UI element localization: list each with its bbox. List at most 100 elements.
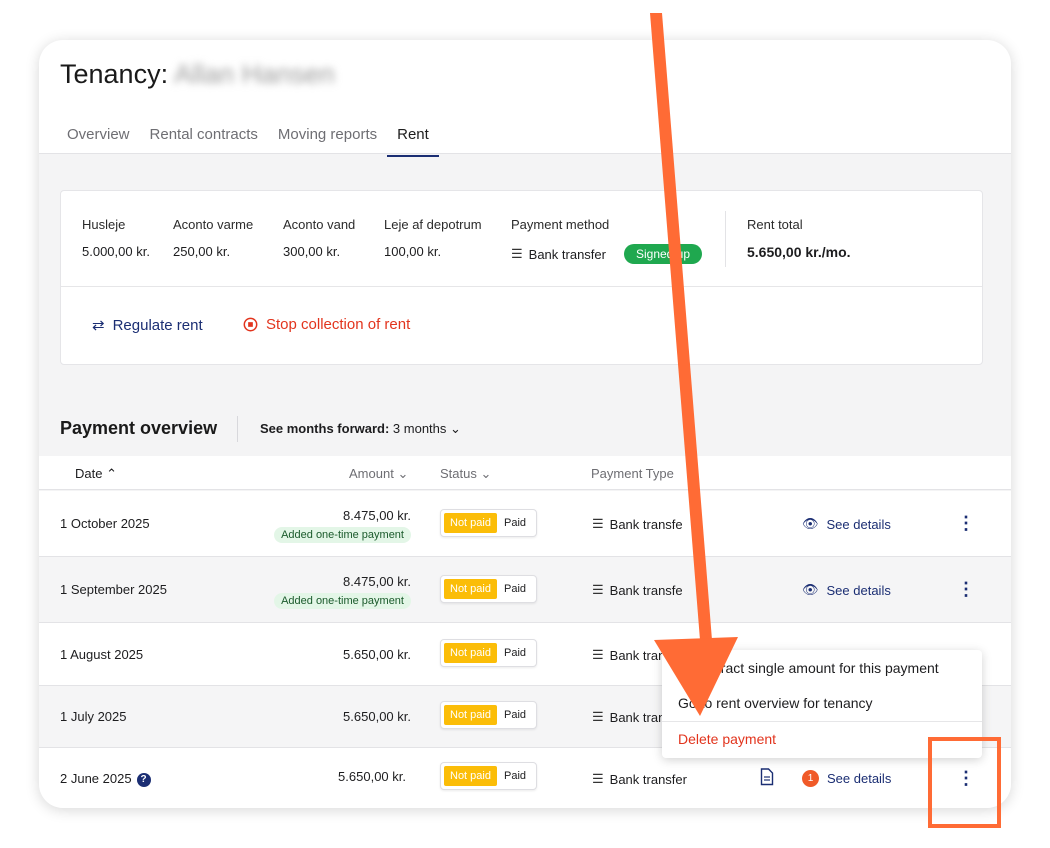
tab-overview[interactable]: Overview: [57, 120, 140, 157]
row-payment-type: ☰ Bank transfer: [592, 771, 687, 787]
row-payment-type-text: Bank transfer: [609, 582, 682, 598]
one-time-payment-badge: Added one-time payment: [274, 527, 411, 543]
chevron-down-icon: ⌄: [397, 466, 409, 481]
summary-label: Aconto varme: [173, 217, 254, 232]
page-title: Tenancy: Allan Hansen: [60, 59, 335, 90]
payment-table-header: Date ⌃ Amount ⌄ Status ⌄ Payment Type: [39, 456, 1011, 490]
menu-divider: [662, 721, 982, 722]
row-more-menu-button[interactable]: ⋮: [957, 579, 975, 599]
row-amount: 8.475,00 kr. Added one-time payment: [274, 508, 411, 543]
menu-item-go-to-rent-overview[interactable]: Go to rent overview for tenancy: [678, 695, 873, 711]
list-icon: ☰: [592, 582, 604, 597]
paid-option[interactable]: Paid: [497, 705, 533, 725]
tab-rental-contracts[interactable]: Rental contracts: [140, 120, 268, 157]
summary-item-aconto-varme: Aconto varme 250,00 kr.: [173, 217, 253, 259]
row-date: 1 August 2025: [60, 647, 144, 662]
paid-option[interactable]: Paid: [497, 579, 533, 599]
not-paid-option[interactable]: Not paid: [444, 643, 497, 663]
row-payment-type: ☰ Bank transfer: [592, 516, 682, 532]
table-row: 1 October 2025 8.475,00 kr. Added one-ti…: [39, 491, 1011, 557]
column-date[interactable]: Date ⌃: [75, 466, 117, 482]
not-paid-option[interactable]: Not paid: [444, 766, 497, 786]
row-amount-value: 8.475,00 kr.: [343, 508, 411, 523]
summary-divider: [725, 211, 726, 267]
see-details-label: See details: [827, 771, 892, 786]
status-toggle: Not paid Paid: [440, 575, 538, 603]
menu-item-delete-payment[interactable]: Delete payment: [678, 731, 776, 747]
regulate-rent-button[interactable]: ⇄ Regulate rent: [92, 316, 203, 335]
notification-count-badge: 1: [802, 770, 819, 787]
not-paid-option[interactable]: Not paid: [444, 579, 497, 599]
summary-label: Rent total: [747, 217, 803, 232]
stop-circle-icon: [243, 317, 258, 332]
question-mark-icon[interactable]: ?: [136, 772, 151, 787]
summary-value: 100,00 kr.: [384, 244, 442, 259]
one-time-payment-badge: Added one-time payment: [274, 593, 411, 609]
chevron-down-icon: ⌄: [450, 421, 461, 436]
column-status[interactable]: Status ⌄: [440, 466, 491, 482]
column-payment-type[interactable]: Payment Type: [591, 466, 674, 481]
list-icon: ☰: [592, 516, 604, 531]
column-amount[interactable]: Amount ⌄: [349, 466, 408, 482]
paid-option[interactable]: Paid: [497, 766, 533, 786]
not-paid-option[interactable]: Not paid: [444, 513, 497, 533]
row-amount-value: 5.650,00 kr.: [338, 769, 406, 784]
tab-rent[interactable]: Rent: [387, 120, 439, 157]
row-amount: 5.650,00 kr.: [338, 769, 406, 784]
tab-moving-reports[interactable]: Moving reports: [268, 120, 387, 157]
chevron-up-icon: ⌃: [106, 466, 117, 481]
months-forward-dropdown[interactable]: See months forward: 3 months ⌄: [260, 421, 461, 437]
months-forward-label: See months forward:: [260, 421, 390, 436]
see-details-link[interactable]: 1 See details: [802, 770, 891, 787]
summary-item-husleje: Husleje 5.000,00 kr.: [82, 217, 150, 259]
paid-option[interactable]: Paid: [497, 643, 533, 663]
rent-summary: Husleje 5.000,00 kr. Aconto varme 250,00…: [60, 190, 983, 365]
see-details-link[interactable]: 👁 See details: [802, 516, 891, 532]
summary-item-depotrum: Leje af depotrum 100,00 kr.: [384, 217, 482, 259]
payment-method-value: ☰ Bank transfer Signed up: [511, 244, 703, 264]
summary-item-aconto-vand: Aconto vand 300,00 kr.: [283, 217, 355, 259]
column-payment-type-label: Payment Type: [591, 466, 674, 481]
menu-item-subtract-amount[interactable]: Subtract single amount for this payment: [692, 660, 939, 676]
row-date: 1 October 2025: [60, 516, 150, 531]
row-payment-type: ☰ Bank transfer: [592, 709, 662, 725]
row-amount: 5.650,00 kr.: [343, 709, 411, 724]
row-date: 2 June 2025?: [60, 771, 151, 787]
document-icon[interactable]: [760, 768, 774, 789]
row-payment-type: ☰ Bank transfer: [592, 582, 682, 598]
status-toggle: Not paid Paid: [440, 762, 538, 790]
stop-collection-button[interactable]: Stop collection of rent: [243, 316, 410, 333]
column-date-label: Date: [75, 466, 103, 481]
status-toggle: Not paid Paid: [440, 701, 538, 729]
swap-arrows-icon: ⇄: [92, 317, 105, 334]
list-icon: ☰: [511, 246, 523, 261]
summary-label: Aconto vand: [283, 217, 356, 232]
summary-value: 250,00 kr.: [173, 244, 231, 259]
row-date: 1 July 2025: [60, 709, 127, 724]
see-details-label: See details: [826, 582, 891, 598]
summary-item-payment-method: Payment method ☰ Bank transfer Signed up: [511, 217, 703, 264]
summary-hdivider: [61, 286, 982, 287]
list-icon: ☰: [592, 709, 604, 724]
status-toggle: Not paid Paid: [440, 509, 538, 537]
rent-total-value: 5.650,00 kr./mo.: [747, 244, 851, 260]
status-toggle: Not paid Paid: [440, 639, 538, 667]
row-date-text: 2 June 2025: [60, 771, 132, 786]
tab-bar: Overview Rental contracts Moving reports…: [57, 120, 439, 157]
summary-value: 5.000,00 kr.: [82, 244, 150, 259]
list-icon: ☰: [592, 647, 604, 662]
title-prefix: Tenancy:: [60, 59, 169, 89]
eye-icon: 👁: [802, 582, 819, 597]
row-more-menu-button[interactable]: ⋮: [957, 513, 975, 533]
not-paid-option[interactable]: Not paid: [444, 705, 497, 725]
chevron-down-icon: ⌄: [480, 466, 492, 481]
summary-label: Husleje: [82, 217, 126, 232]
row-payment-type-text: Bank transfer: [609, 516, 682, 532]
months-forward-value: 3 months: [392, 421, 447, 436]
summary-value: 300,00 kr.: [283, 244, 341, 259]
row-payment-type-text: Bank transfer: [609, 647, 662, 663]
see-details-link[interactable]: 👁 See details: [802, 582, 891, 598]
paid-option[interactable]: Paid: [497, 513, 533, 533]
payment-method-text: Bank transfer: [528, 246, 606, 262]
row-amount: 5.650,00 kr.: [343, 647, 411, 662]
